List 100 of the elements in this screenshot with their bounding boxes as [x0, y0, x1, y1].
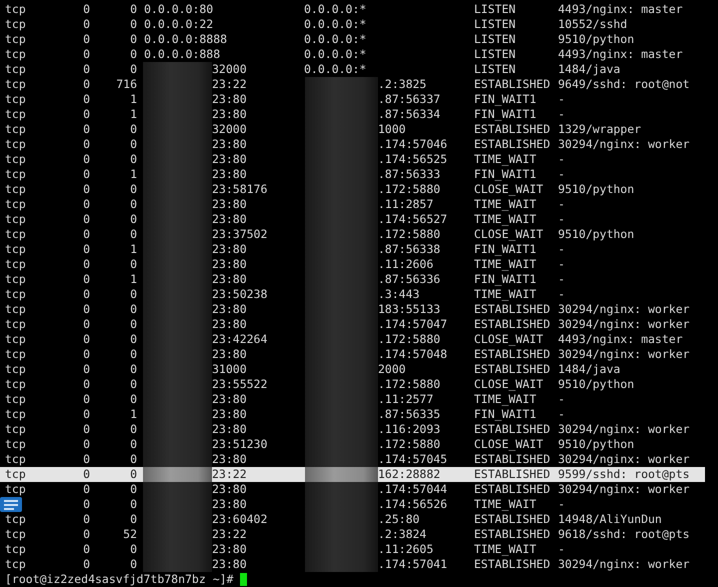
program-text: 30294/nginx: worker [558, 452, 691, 467]
state-text: LISTEN [474, 32, 517, 47]
state-text: CLOSE_WAIT [474, 377, 544, 392]
local-address-text: 23:80 [212, 212, 247, 227]
local-address-text: 23:80 [212, 137, 247, 152]
protocol-text: tcp [5, 437, 27, 452]
protocol-text: tcp [5, 542, 27, 557]
send-queue-text: 0 [129, 287, 137, 302]
foreign-address-text: 0.0.0.0:* [304, 2, 366, 17]
send-queue-text: 0 [129, 47, 137, 62]
foreign-address-text: .87:56335 [378, 407, 440, 422]
local-address-text: 23:80 [212, 452, 247, 467]
program-text: 9510/python [558, 32, 636, 47]
program-text: - [558, 92, 566, 107]
protocol-text: tcp [5, 137, 27, 152]
program-text: - [558, 212, 566, 227]
state-text: LISTEN [474, 47, 517, 62]
send-queue-text: 0 [129, 122, 137, 137]
state-text: ESTABLISHED [474, 557, 552, 572]
foreign-address-text: .174:57045 [378, 452, 448, 467]
foreign-address-text: .87:56337 [378, 92, 440, 107]
foreign-address-text: .11:2605 [378, 542, 434, 557]
recv-queue-text: 0 [82, 302, 90, 317]
protocol-text: tcp [5, 467, 27, 482]
state-text: TIME_WAIT [474, 497, 538, 512]
state-text: CLOSE_WAIT [474, 437, 544, 452]
foreign-address-text: 2000 [378, 362, 406, 377]
state-text: ESTABLISHED [474, 302, 552, 317]
foreign-address-text: .172:5880 [378, 377, 440, 392]
program-text: 10552/sshd [558, 17, 628, 32]
program-text: 30294/nginx: worker [558, 302, 691, 317]
foreign-address-text: .87:56338 [378, 242, 440, 257]
local-address-text: 23:80 [212, 107, 247, 122]
foreign-address-text: .116:2093 [378, 422, 440, 437]
state-text: FIN_WAIT1 [474, 272, 538, 287]
state-text: ESTABLISHED [474, 512, 552, 527]
recv-queue-text: 0 [82, 107, 90, 122]
foreign-address-text: .174:57047 [378, 317, 448, 332]
send-queue-text: 0 [129, 452, 137, 467]
local-address-text: 31000 [212, 362, 247, 377]
send-queue-text: 0 [129, 17, 137, 32]
state-text: LISTEN [474, 2, 517, 17]
state-text: ESTABLISHED [474, 467, 552, 482]
state-text: TIME_WAIT [474, 212, 538, 227]
local-address-text: 23:80 [212, 347, 247, 362]
protocol-text: tcp [5, 287, 27, 302]
recv-queue-text: 0 [82, 557, 90, 572]
state-text: CLOSE_WAIT [474, 227, 544, 242]
local-address-text: 23:51230 [212, 437, 268, 452]
recv-queue-text: 0 [82, 242, 90, 257]
blurred-block [143, 482, 212, 497]
recv-queue-text: 0 [82, 287, 90, 302]
protocol-text: tcp [5, 182, 27, 197]
blurred-block [143, 557, 212, 572]
local-address-text: 23:80 [212, 167, 247, 182]
recv-queue-text: 0 [82, 197, 90, 212]
send-queue-text: 0 [129, 302, 137, 317]
program-text: 30294/nginx: worker [558, 557, 691, 572]
program-text: 30294/nginx: worker [558, 347, 691, 362]
foreign-address-text: .87:56334 [378, 107, 440, 122]
program-text: - [558, 392, 566, 407]
state-text: ESTABLISHED [474, 137, 552, 152]
recv-queue-text: 0 [82, 542, 90, 557]
program-text: 9510/python [558, 377, 636, 392]
program-text: 30294/nginx: worker [558, 137, 691, 152]
local-address-text: 23:80 [212, 302, 247, 317]
blurred-block [143, 452, 212, 467]
local-address-text: 0.0.0.0:888 [144, 47, 220, 62]
protocol-text: tcp [5, 377, 27, 392]
local-address-text: 23:80 [212, 542, 247, 557]
program-text: - [558, 407, 566, 422]
local-address-text: 0.0.0.0:22 [144, 17, 214, 32]
protocol-text: tcp [5, 527, 27, 542]
state-text: LISTEN [474, 17, 517, 32]
recv-queue-text: 0 [82, 437, 90, 452]
program-text: 9618/sshd: root@pts [558, 527, 691, 542]
local-address-text: 23:80 [212, 242, 247, 257]
recv-queue-text: 0 [82, 182, 90, 197]
local-address-text: 23:80 [212, 92, 247, 107]
protocol-text: tcp [5, 227, 27, 242]
send-queue-text: 0 [129, 2, 137, 17]
local-address-text: 23:60402 [212, 512, 268, 527]
program-text: 14948/AliYunDun [558, 512, 663, 527]
foreign-address-text: .11:2606 [378, 257, 434, 272]
foreign-address-text: 183:55133 [378, 302, 440, 317]
state-text: ESTABLISHED [474, 452, 552, 467]
recv-queue-text: 0 [82, 497, 90, 512]
recv-queue-text: 0 [82, 362, 90, 377]
state-text: TIME_WAIT [474, 197, 538, 212]
program-text: - [558, 272, 566, 287]
local-address-text: 23:37502 [212, 227, 268, 242]
local-address-text: 23:80 [212, 407, 247, 422]
state-text: ESTABLISHED [474, 362, 552, 377]
foreign-address-text: .174:56527 [378, 212, 448, 227]
send-queue-text: 0 [129, 182, 137, 197]
local-address-text: 23:22 [212, 77, 247, 92]
recv-queue-text: 0 [82, 527, 90, 542]
state-text: ESTABLISHED [474, 347, 552, 362]
foreign-address-text: 0.0.0.0:* [304, 32, 366, 47]
foreign-address-text: 0.0.0.0:* [304, 62, 366, 77]
